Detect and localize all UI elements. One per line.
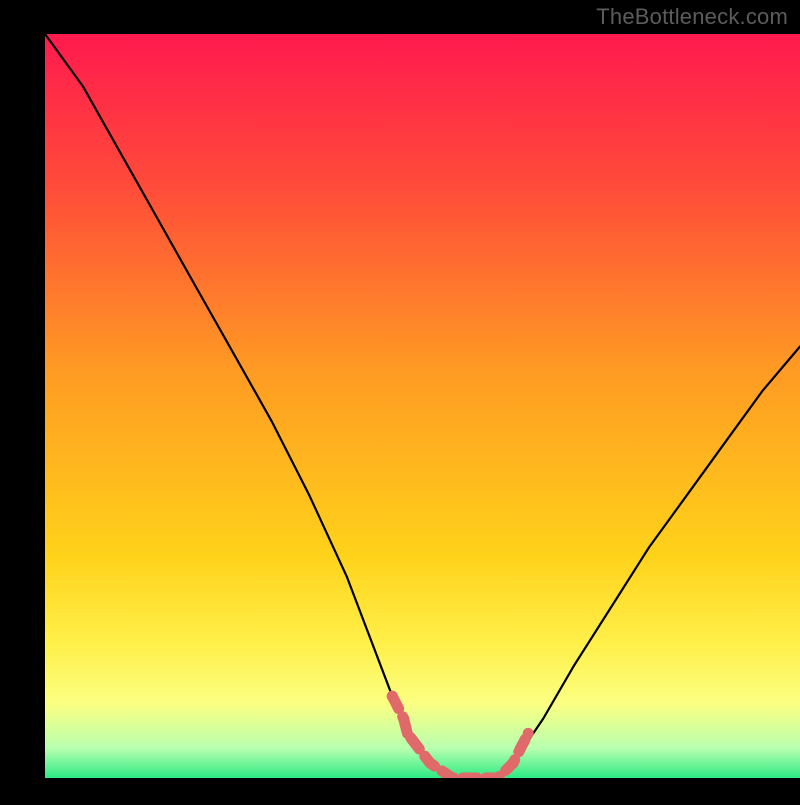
gradient-field bbox=[45, 34, 800, 778]
attribution-text: TheBottleneck.com bbox=[596, 4, 788, 30]
highlight-dot bbox=[515, 743, 526, 754]
chart-container: TheBottleneck.com bbox=[0, 0, 800, 800]
highlight-dot bbox=[508, 758, 519, 769]
highlight-dot bbox=[402, 728, 413, 739]
highlight-dot bbox=[523, 728, 534, 739]
highlight-dot bbox=[398, 713, 409, 724]
bottleneck-chart bbox=[0, 0, 800, 800]
highlight-dot bbox=[387, 691, 398, 702]
